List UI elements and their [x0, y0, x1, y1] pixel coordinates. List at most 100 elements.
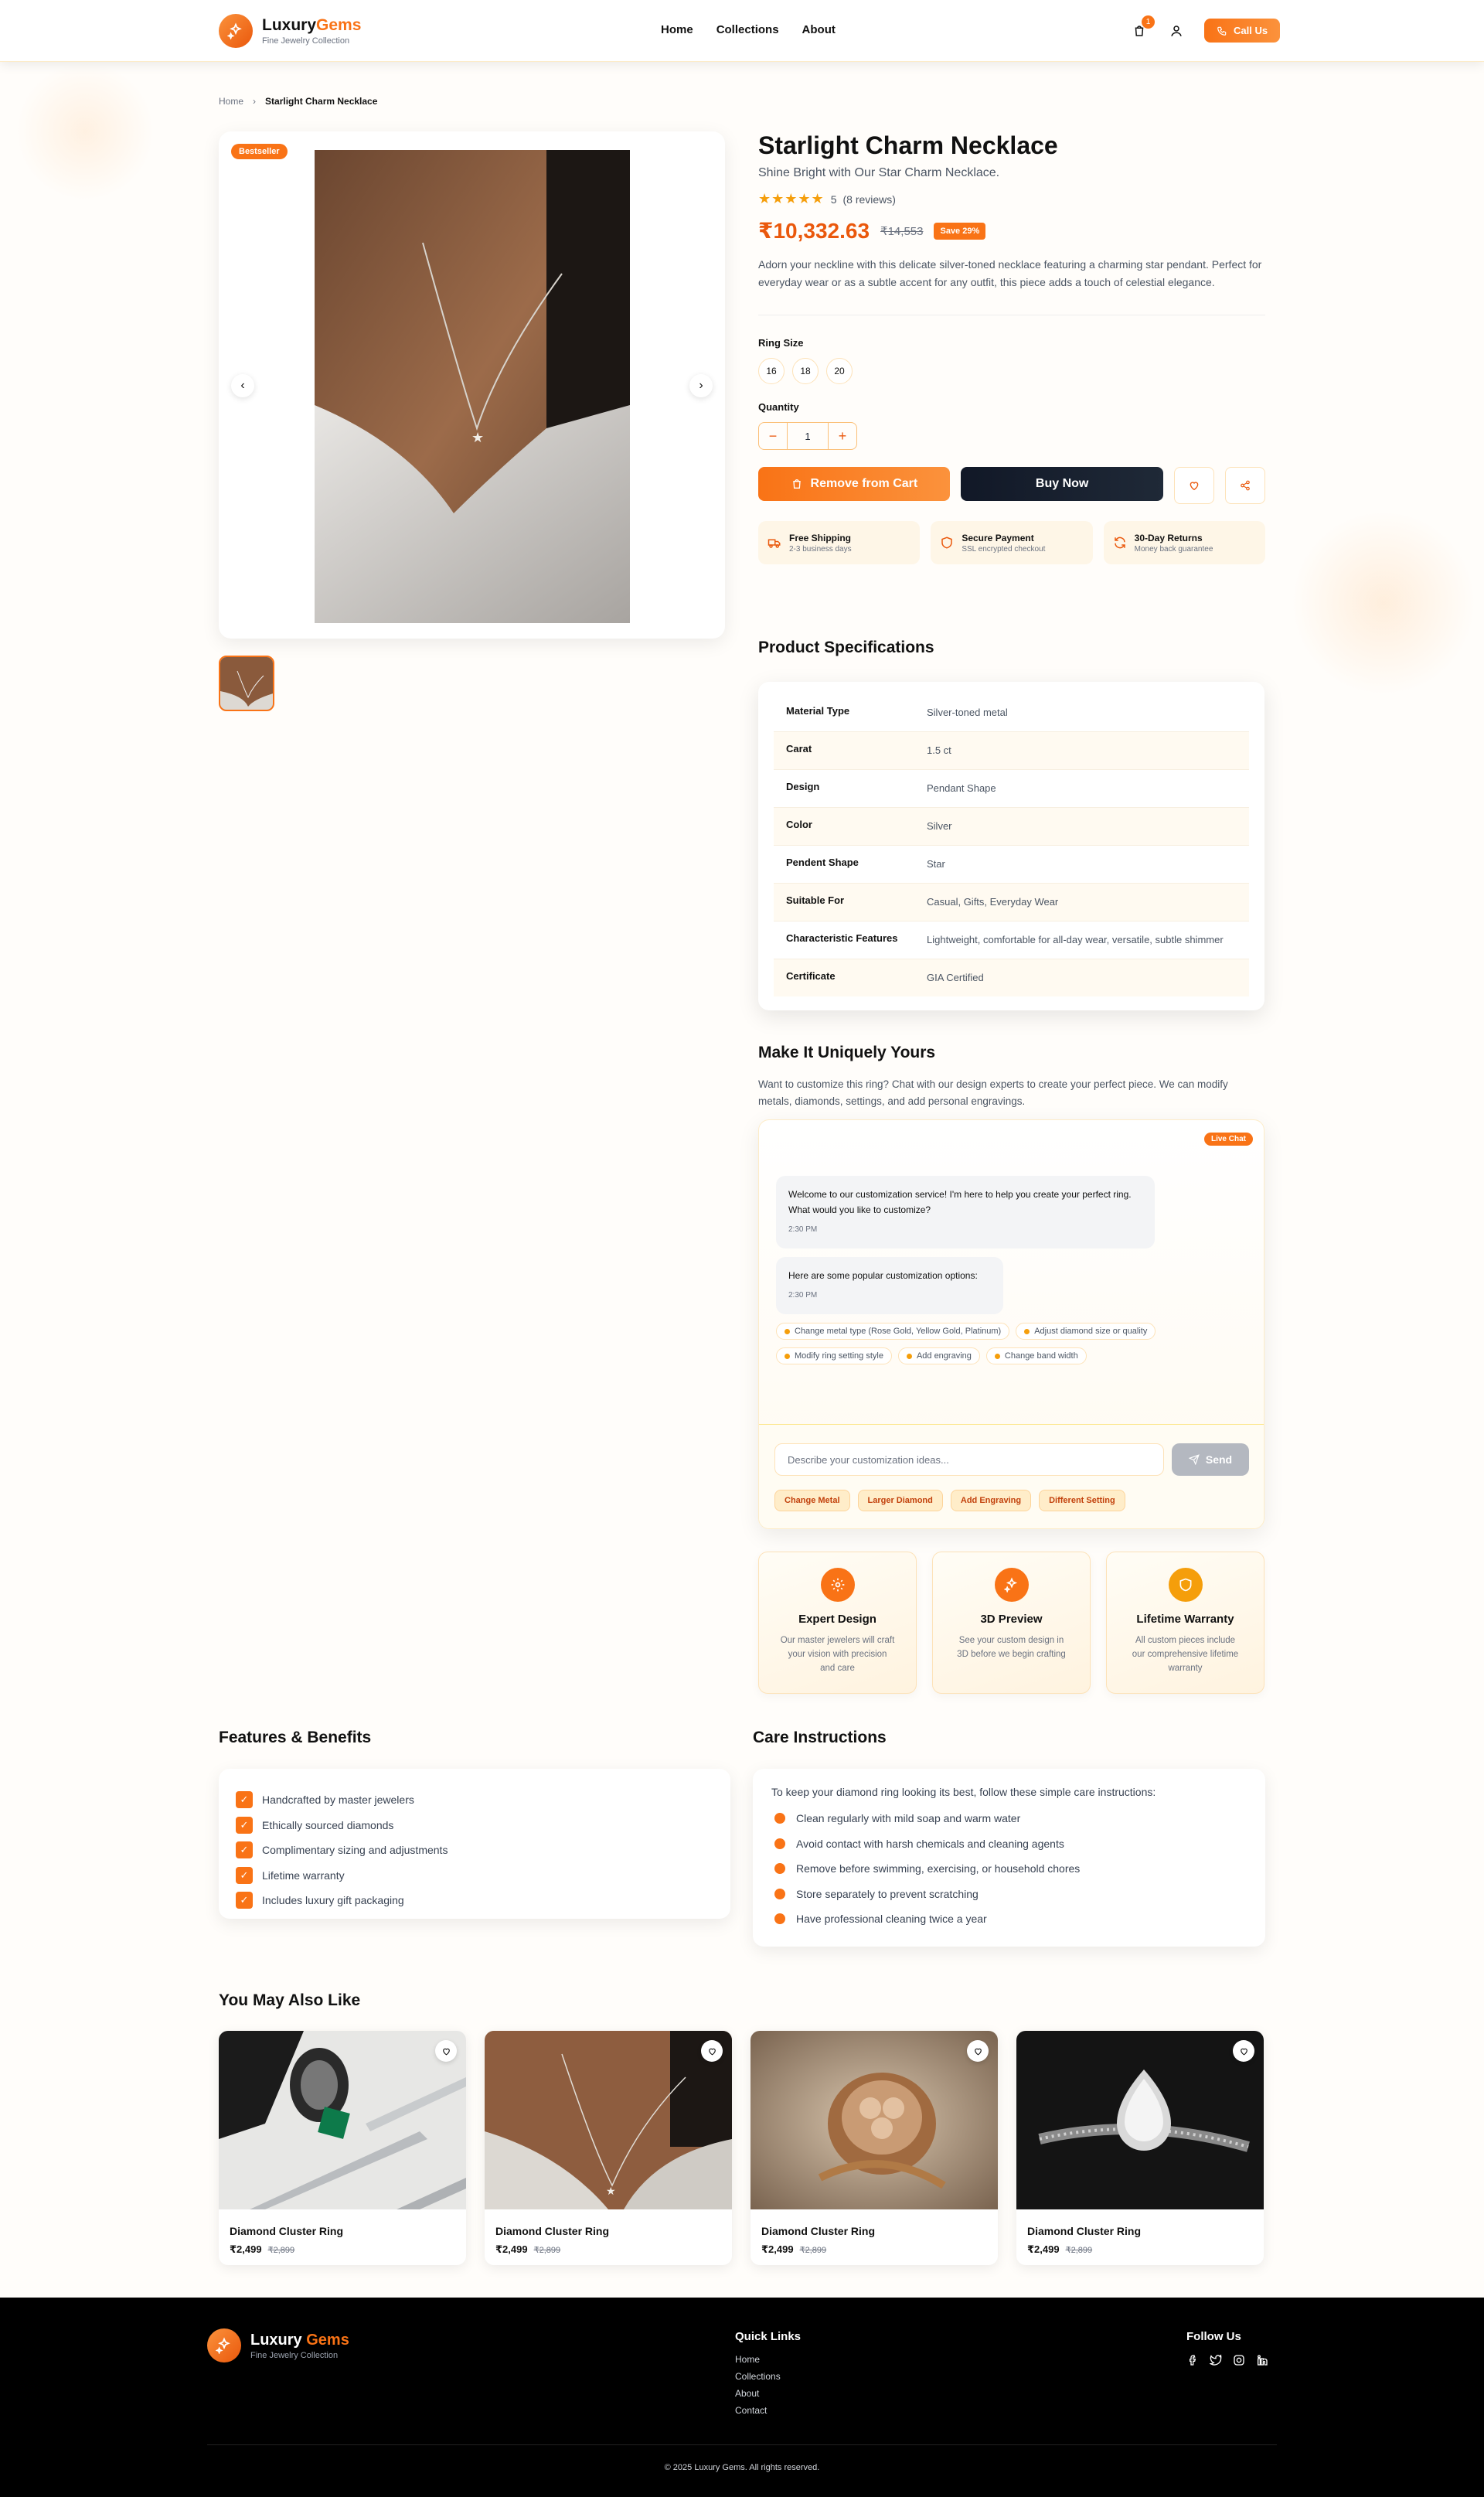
buy-now-button[interactable]: Buy Now [960, 467, 1164, 501]
care-intro: To keep your diamond ring looking its be… [771, 1786, 1156, 1798]
option-chip[interactable]: Change band width [985, 1347, 1087, 1364]
footer-link-about[interactable]: About [735, 2388, 801, 2399]
footer-logo[interactable]: Luxury Gems Fine Jewelry Collection [207, 2328, 349, 2362]
remove-from-cart-label: Remove from Cart [810, 477, 918, 490]
quantity-stepper: − 1 + [758, 422, 857, 450]
quick-replies: Change Metal Larger Diamond Add Engravin… [774, 1490, 1125, 1511]
spec-value: Lightweight, comfortable for all-day wea… [927, 934, 1224, 945]
cart-count-badge: 1 [1142, 15, 1155, 29]
spec-key: Design [786, 781, 820, 792]
customization-input[interactable]: Describe your customization ideas... [774, 1443, 1164, 1476]
cart-button[interactable]: 1 [1130, 15, 1155, 40]
feature-text: Includes luxury gift packaging [262, 1894, 404, 1907]
spec-key: Certificate [786, 970, 836, 982]
account-button[interactable] [1167, 22, 1186, 40]
product-card-name: Diamond Cluster Ring [761, 2225, 876, 2237]
chat-message-text: Welcome to our customization service! I'… [788, 1189, 1132, 1215]
review-count[interactable]: (8 reviews) [842, 193, 895, 206]
list-item: Clean regularly with mild soap and warm … [771, 1806, 1247, 1831]
spec-value: Pendant Shape [927, 782, 996, 794]
wishlist-button[interactable] [701, 2040, 723, 2062]
check-icon: ✓ [236, 1841, 253, 1859]
footer-link-home[interactable]: Home [735, 2354, 801, 2365]
wishlist-button[interactable] [1174, 467, 1215, 504]
nav-collections[interactable]: Collections [716, 23, 779, 36]
quick-reply-button[interactable]: Different Setting [1039, 1490, 1125, 1511]
heart-icon [708, 2048, 716, 2055]
original-price: ₹14,553 [880, 224, 924, 238]
nav-about[interactable]: About [802, 23, 836, 36]
share-button[interactable] [1225, 467, 1265, 504]
product-main-image[interactable]: ★ [315, 150, 630, 623]
prev-image-button[interactable]: ‹ [231, 374, 254, 397]
customize-description: Want to customize this ring? Chat with o… [758, 1078, 1228, 1107]
footer-links-title: Quick Links [735, 2330, 802, 2343]
copyright: © 2025 Luxury Gems. All rights reserved. [664, 2463, 820, 2472]
remove-from-cart-button[interactable]: Remove from Cart [758, 467, 950, 501]
heart-icon [1190, 482, 1199, 491]
chat-timestamp: 2:30 PM [788, 1225, 818, 1234]
background-glow [15, 62, 155, 201]
product-card[interactable]: ★ Diamond Cluster Ring ₹2,499 ₹2,899 [485, 2031, 732, 2265]
perk-title: 30-Day Returns [1134, 532, 1203, 543]
spec-row: Design Pendant Shape [774, 770, 1249, 808]
option-chip[interactable]: Modify ring setting style [776, 1347, 892, 1364]
breadcrumb-current: Starlight Charm Necklace [265, 96, 378, 107]
heart-icon [974, 2048, 982, 2055]
footer-link-collections[interactable]: Collections [735, 2371, 801, 2382]
site-footer: Luxury Gems Fine Jewelry Collection Quic… [0, 2298, 1484, 2497]
increase-quantity-button[interactable]: + [829, 423, 856, 449]
breadcrumb-home[interactable]: Home [219, 96, 243, 107]
option-chip[interactable]: Change metal type (Rose Gold, Yellow Gol… [776, 1323, 1010, 1340]
product-card-price: ₹2,499 [761, 2243, 794, 2255]
bullet-icon [994, 1353, 1000, 1359]
decrease-quantity-button[interactable]: − [759, 423, 787, 449]
call-us-button[interactable]: Call Us [1204, 19, 1281, 43]
refresh-icon [1114, 537, 1125, 549]
spec-key: Pendent Shape [786, 857, 859, 868]
product-card[interactable]: Diamond Cluster Ring ₹2,499 ₹2,899 [219, 2031, 466, 2265]
product-thumbnail[interactable] [219, 656, 274, 711]
quick-reply-button[interactable]: Larger Diamond [857, 1490, 943, 1511]
spec-value: GIA Certified [927, 972, 984, 983]
wishlist-button[interactable] [1233, 2040, 1254, 2062]
check-icon: ✓ [236, 1866, 253, 1884]
footer-follow: Follow Us [1186, 2330, 1268, 2370]
quantity-value[interactable]: 1 [787, 423, 829, 449]
check-icon: ✓ [236, 1892, 253, 1909]
background-glow [1291, 510, 1476, 696]
send-button[interactable]: Send [1172, 1443, 1249, 1476]
product-card-old-price: ₹2,899 [799, 2245, 827, 2255]
product-card-image [219, 2031, 466, 2209]
wishlist-button[interactable] [967, 2040, 989, 2062]
product-info: Starlight Charm Necklace Shine Bright wi… [758, 131, 1265, 564]
heart-icon [442, 2048, 450, 2055]
next-image-button[interactable]: › [689, 374, 713, 397]
facebook-icon[interactable] [1186, 2354, 1199, 2370]
instagram-icon[interactable] [1233, 2354, 1245, 2370]
size-option[interactable]: 18 [792, 358, 819, 384]
feature-card-title: 3D Preview [980, 1613, 1043, 1626]
perk-secure-payment: Secure Payment SSL encrypted checkout [931, 521, 1093, 564]
quick-reply-button[interactable]: Add Engraving [950, 1490, 1032, 1511]
size-label: Ring Size [758, 337, 804, 349]
sparkle-icon [219, 14, 253, 48]
phone-icon [1217, 26, 1227, 36]
wishlist-button[interactable] [435, 2040, 457, 2062]
footer-link-contact[interactable]: Contact [735, 2405, 801, 2416]
quick-reply-button[interactable]: Change Metal [774, 1490, 850, 1511]
chevron-left-icon: ‹ [240, 379, 245, 392]
nav-home[interactable]: Home [661, 23, 693, 36]
feature-card: Lifetime Warranty All custom pieces incl… [1106, 1552, 1264, 1694]
option-chip[interactable]: Adjust diamond size or quality [1016, 1323, 1156, 1340]
feature-card: 3D Preview See your custom design in 3D … [932, 1552, 1091, 1694]
option-chip[interactable]: Add engraving [897, 1347, 980, 1364]
size-option[interactable]: 20 [826, 358, 853, 384]
product-card[interactable]: Diamond Cluster Ring ₹2,499 ₹2,899 [1016, 2031, 1264, 2265]
footer-follow-title: Follow Us [1186, 2330, 1241, 2343]
twitter-icon[interactable] [1208, 2354, 1222, 2370]
product-card[interactable]: Diamond Cluster Ring ₹2,499 ₹2,899 [751, 2031, 998, 2265]
logo[interactable]: LuxuryGems Fine Jewelry Collection [219, 14, 361, 48]
linkedin-icon[interactable] [1256, 2354, 1268, 2370]
size-option[interactable]: 16 [758, 358, 785, 384]
